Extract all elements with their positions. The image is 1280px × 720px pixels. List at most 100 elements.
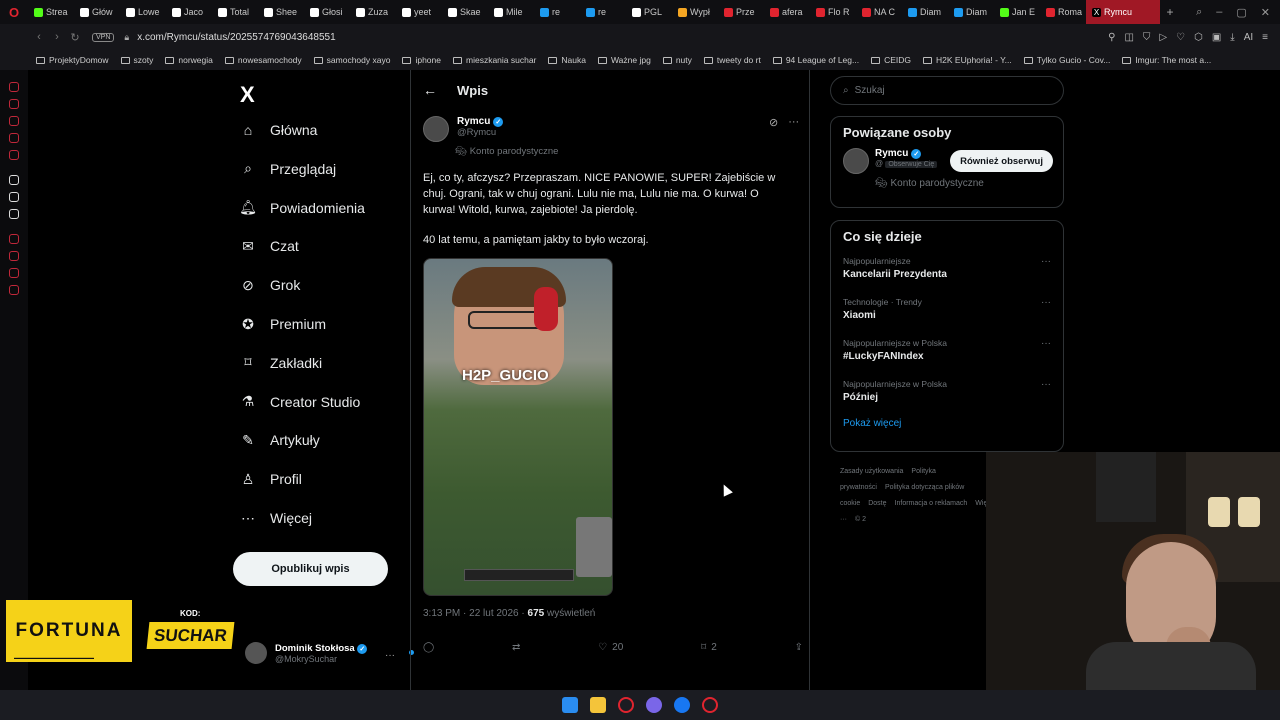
bookmark-item[interactable]: tweety do rt bbox=[703, 55, 761, 65]
browser-tab[interactable]: Zuza bbox=[350, 0, 396, 24]
post-author[interactable]: Rymcu ✓ @Rymcu bbox=[423, 116, 504, 142]
grok-icon[interactable]: ⊘ bbox=[769, 116, 778, 129]
share-button[interactable]: ⇪ bbox=[795, 642, 803, 653]
nav-item-home[interactable]: ⌂ Główna bbox=[240, 122, 318, 138]
author-name[interactable]: Rymcu bbox=[457, 116, 490, 127]
browser-tab[interactable]: Mile bbox=[488, 0, 534, 24]
nav-item-mail[interactable]: ✉ Czat bbox=[240, 238, 299, 255]
bookmark-item[interactable]: mieszkania suchar bbox=[453, 55, 536, 65]
bookmark-item[interactable]: Ważne jpg bbox=[597, 55, 651, 65]
nav-item-bookmark[interactable]: ⌑ Zakładki bbox=[240, 354, 322, 371]
more-icon[interactable]: ··· bbox=[788, 116, 799, 129]
bookmark-item[interactable]: nowesamochody bbox=[224, 55, 302, 65]
back-arrow-icon[interactable]: ← bbox=[423, 82, 437, 98]
search-input[interactable]: ⌕ Szukaj bbox=[830, 76, 1064, 105]
related-person[interactable]: Rymcu ✓ @ Obserwuje Cię 🎭︎ Konto parodyst… bbox=[831, 148, 1063, 192]
extensions-icon[interactable]: ⬡ bbox=[1194, 32, 1203, 43]
new-tab-button[interactable]: + bbox=[1160, 5, 1180, 19]
bookmark-item[interactable]: iphone bbox=[402, 55, 441, 65]
bookmark-item[interactable]: 94 League of Leg... bbox=[772, 55, 859, 65]
sidebar-extensions-icon[interactable] bbox=[9, 268, 19, 278]
browser-tab[interactable]: Roma bbox=[1040, 0, 1086, 24]
sidebar-x-icon[interactable] bbox=[9, 209, 19, 219]
nav-item-bell[interactable]: 🔔︎ Powiadomienia bbox=[239, 199, 365, 216]
windows-start-icon[interactable] bbox=[562, 697, 578, 713]
browser-tab[interactable]: Lowe bbox=[120, 0, 166, 24]
related-name[interactable]: Rymcu bbox=[875, 148, 908, 159]
sidebar-app-icon[interactable] bbox=[9, 99, 19, 109]
pin-icon[interactable]: ⚲ bbox=[1108, 32, 1115, 43]
url-field[interactable]: x.com/Rymcu/status/2025574769043648551 bbox=[137, 32, 335, 43]
browser-tab[interactable]: Strea bbox=[28, 0, 74, 24]
follow-back-button[interactable]: Również obserwuj bbox=[950, 150, 1053, 172]
forward-icon[interactable]: › bbox=[48, 31, 66, 43]
opera-icon[interactable] bbox=[702, 697, 718, 713]
snapshot-icon[interactable]: ◫ bbox=[1124, 32, 1133, 43]
lock-icon[interactable]: 🔒︎ bbox=[124, 32, 129, 43]
trend-item[interactable]: Najpopularniejsze w Polska Później ··· bbox=[831, 375, 1063, 416]
like-button[interactable]: ♡ 20 bbox=[598, 642, 623, 653]
browser-tab[interactable]: Jaco bbox=[166, 0, 212, 24]
post-button[interactable]: Opublikuj wpis bbox=[233, 552, 388, 586]
post-video[interactable]: H2P_GUCIO bbox=[423, 258, 613, 596]
browser-tab[interactable]: Jan E bbox=[994, 0, 1040, 24]
nav-item-premium[interactable]: ✪ Premium bbox=[240, 316, 326, 333]
browser-tab[interactable]: Głów bbox=[74, 0, 120, 24]
sidebar-app-icon[interactable] bbox=[9, 133, 19, 143]
browser-tab[interactable]: Skae bbox=[442, 0, 488, 24]
browser-tab[interactable]: afera bbox=[764, 0, 810, 24]
sidebar-chatgpt-icon[interactable] bbox=[9, 175, 19, 185]
browser-tab[interactable]: PGL bbox=[626, 0, 672, 24]
author-handle[interactable]: @Rymcu bbox=[457, 127, 503, 138]
heart-icon[interactable]: ♡ bbox=[1176, 32, 1185, 43]
more-icon[interactable]: ··· bbox=[1041, 379, 1051, 390]
close-icon[interactable]: ✕ bbox=[1261, 6, 1270, 19]
sidebar-app-icon[interactable] bbox=[9, 82, 19, 92]
more-icon[interactable]: ··· bbox=[1041, 338, 1051, 349]
footer-link[interactable]: Informacja o reklamach bbox=[895, 500, 968, 507]
browser-tab[interactable]: re bbox=[580, 0, 626, 24]
reply-button[interactable]: ◯ bbox=[423, 642, 434, 653]
browser-tab[interactable]: Flo R bbox=[810, 0, 856, 24]
more-icon[interactable]: ··· bbox=[1041, 297, 1051, 308]
shield-icon[interactable]: ⛉ bbox=[1143, 32, 1151, 43]
nav-item-flask[interactable]: ⚗ Creator Studio bbox=[240, 393, 361, 410]
tab-active[interactable]: X Rymcu bbox=[1086, 0, 1160, 24]
browser-tab[interactable]: re bbox=[534, 0, 580, 24]
file-explorer-icon[interactable] bbox=[590, 697, 606, 713]
opera-menu-icon[interactable]: O bbox=[0, 5, 28, 20]
maximize-icon[interactable]: ▢ bbox=[1236, 6, 1246, 19]
bookmark-button[interactable]: ⌑ 2 bbox=[701, 642, 717, 653]
facebook-icon[interactable] bbox=[674, 697, 690, 713]
bookmark-item[interactable]: nuty bbox=[662, 55, 692, 65]
footer-link[interactable]: © 2 bbox=[855, 516, 866, 523]
download-icon[interactable]: ⤓ bbox=[1230, 32, 1234, 43]
browser-tab[interactable]: yeet bbox=[396, 0, 442, 24]
browser-tab[interactable]: Prze bbox=[718, 0, 764, 24]
browser-tab[interactable]: Total bbox=[212, 0, 258, 24]
reload-icon[interactable]: ↻ bbox=[66, 31, 84, 44]
aria-ai-icon[interactable]: AI bbox=[1244, 32, 1253, 43]
bookmark-item[interactable]: samochody xayo bbox=[313, 55, 390, 65]
trend-item[interactable]: Technologie · Trendy Xiaomi ··· bbox=[831, 293, 1063, 334]
nav-item-profile[interactable]: ♙ Profil bbox=[240, 471, 302, 488]
sidebar-clock-icon[interactable] bbox=[9, 251, 19, 261]
play-icon[interactable]: ▷ bbox=[1159, 32, 1167, 43]
browser-tab[interactable]: Shee bbox=[258, 0, 304, 24]
nav-item-article[interactable]: ✎ Artykuły bbox=[240, 432, 320, 449]
more-icon[interactable]: ··· bbox=[385, 650, 395, 661]
browser-tab[interactable]: Wypł bbox=[672, 0, 718, 24]
discord-icon[interactable] bbox=[646, 697, 662, 713]
repost-button[interactable]: ⇄ bbox=[512, 642, 520, 653]
browser-tab[interactable]: Głosi bbox=[304, 0, 350, 24]
bookmark-item[interactable]: ProjektyDomow bbox=[36, 55, 109, 65]
browser-tab[interactable]: Diam bbox=[902, 0, 948, 24]
sidebar-app-icon[interactable] bbox=[9, 116, 19, 126]
opera-gx-icon[interactable] bbox=[618, 697, 634, 713]
trend-item[interactable]: Najpopularniejsze Kancelarii Prezydenta ··… bbox=[831, 252, 1063, 293]
browser-tab[interactable]: Diam bbox=[948, 0, 994, 24]
wallet-icon[interactable]: ▣ bbox=[1212, 32, 1221, 43]
bookmark-item[interactable]: CEIDG bbox=[871, 55, 911, 65]
nav-item-search[interactable]: ⌕ Przeglądaj bbox=[240, 160, 336, 177]
footer-link[interactable]: Dostę bbox=[868, 500, 886, 507]
